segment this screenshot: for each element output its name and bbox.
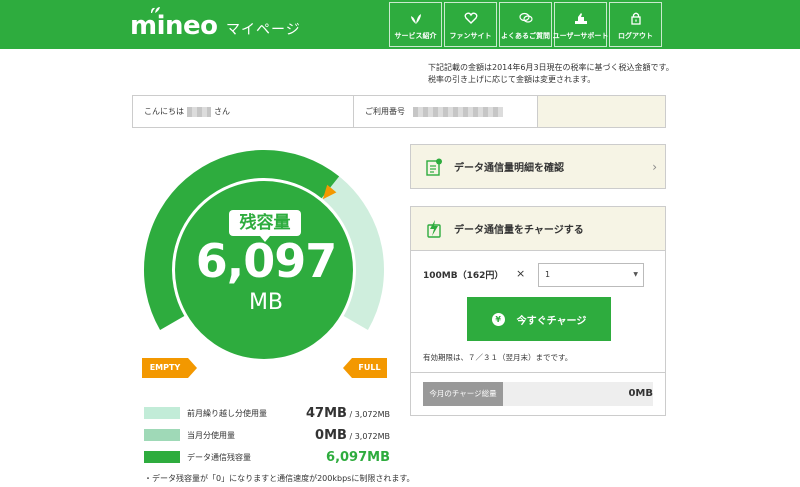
masked-user-name	[187, 106, 211, 117]
legend-amount: 47MB	[305, 405, 347, 421]
document-check-icon	[426, 158, 442, 176]
header-bar: mineo マイページ サービス紹介 ファンサイト よくあるご質問 ユーザーサポ…	[0, 0, 800, 49]
charge-title: データ通信量をチャージする	[454, 225, 584, 236]
legend-row: 前月繰り越し分使用量 47MB / 3,072MB	[144, 402, 390, 424]
multiply-sign: ×	[516, 267, 526, 280]
greeting-prefix: こんにちは	[144, 107, 184, 116]
number-cell: ご利用番号	[354, 96, 538, 127]
empty-tag: EMPTY	[142, 358, 197, 378]
charge-price: 100MB（162円）	[423, 271, 504, 281]
remaining-label: 残容量	[229, 210, 301, 242]
usage-detail-link[interactable]: データ通信量明細を確認 ›	[410, 144, 666, 189]
divider	[411, 372, 665, 373]
legend-row: 当月分使用量 0MB / 3,072MB	[144, 424, 390, 446]
nav-user-support[interactable]: ユーザーサポート	[552, 2, 609, 47]
charge-header: データ通信量をチャージする	[411, 207, 665, 251]
nav-label: サービス紹介	[394, 32, 437, 40]
page-title: マイページ	[226, 22, 301, 38]
charge-total-label: 今月のチャージ総量	[423, 382, 503, 406]
chat-bubbles-icon	[518, 12, 533, 23]
charge-now-button[interactable]: ¥ 今すぐチャージ	[467, 297, 611, 341]
bolt-tablet-icon	[427, 219, 441, 238]
chevron-right-icon: ›	[652, 160, 657, 174]
mypage: mineo マイページ サービス紹介 ファンサイト よくあるご質問 ユーザーサポ…	[0, 0, 800, 487]
charge-total-value: 0MB	[628, 388, 653, 399]
legend-label: データ通信残容量	[187, 452, 251, 462]
masked-user-number	[413, 106, 503, 117]
remaining-value: 6,097	[195, 234, 338, 288]
logo-leaf-icon	[151, 7, 160, 13]
legend-total: / 3,072MB	[346, 431, 390, 441]
greeting-box: こんにちは さん ご利用番号	[132, 95, 666, 128]
legend-total: / 3,072MB	[346, 409, 390, 419]
legend-row: データ通信残容量 6,097MB	[144, 446, 390, 468]
usage-legend: 前月繰り越し分使用量 47MB / 3,072MB 当月分使用量 0MB / 3…	[144, 402, 390, 468]
full-tag: FULL	[343, 358, 387, 378]
legend-amount: 0MB	[315, 427, 347, 443]
charge-panel: データ通信量をチャージする 100MB（162円） × 1 ▼ ¥ 今すぐチャー…	[410, 206, 666, 416]
legend-value: 0MB / 3,072MB	[315, 428, 390, 443]
legend-swatch	[144, 429, 180, 441]
greeting-suffix: さん	[214, 107, 230, 116]
nav-label: ログアウト	[618, 32, 653, 40]
legend-value: 47MB / 3,072MB	[306, 406, 390, 421]
nav-logout[interactable]: ログアウト	[609, 2, 662, 47]
sprout-icon	[410, 14, 421, 24]
yen-icon: ¥	[491, 312, 505, 326]
speed-limit-note: ・データ残容量が「0」になりますと通信速度が200kbpsに制限されます。	[144, 474, 415, 483]
nav-label: ユーザーサポート	[552, 32, 609, 40]
expiry-note: 有効期限は、７／３１（翌月末）までです。	[423, 353, 573, 362]
notice-line: 下記記載の金額は2014年6月3日現在の税率に基づく税込金額です。	[428, 63, 674, 72]
monthly-charge-total: 今月のチャージ総量 0MB	[423, 382, 653, 406]
mineo-logo[interactable]: mineo	[130, 13, 218, 39]
nav-faq[interactable]: よくあるご質問	[499, 2, 552, 47]
greeting-blank-cell	[538, 96, 665, 127]
legend-swatch	[144, 451, 180, 463]
greeting-cell: こんにちは さん	[133, 96, 354, 127]
header-nav: サービス紹介 ファンサイト よくあるご質問 ユーザーサポート ログアウト	[389, 2, 662, 47]
legend-value: 6,097MB	[326, 450, 390, 465]
nav-label: ファンサイト	[449, 32, 492, 40]
charge-now-label: 今すぐチャージ	[516, 315, 587, 327]
lock-icon	[630, 12, 641, 25]
usage-detail-label: データ通信量明細を確認	[454, 163, 564, 174]
notice-line: 税率の引き上げに応じて金額は変更されます。	[428, 75, 596, 84]
remaining-unit: MB	[248, 290, 284, 315]
legend-amount: 6,097MB	[326, 449, 390, 465]
nav-label: よくあるご質問	[501, 32, 550, 40]
tax-notice: 下記記載の金額は2014年6月3日現在の税率に基づく税込金額です。 税率の引き上…	[428, 62, 674, 86]
nav-service-info[interactable]: サービス紹介	[389, 2, 442, 47]
quantity-value: 1	[545, 270, 551, 279]
caret-down-icon: ▼	[633, 271, 638, 278]
nav-fansite[interactable]: ファンサイト	[444, 2, 497, 47]
number-label: ご利用番号	[365, 107, 405, 116]
support-icon	[574, 13, 587, 24]
quantity-select[interactable]: 1 ▼	[538, 263, 644, 287]
legend-label: 当月分使用量	[187, 430, 235, 440]
heart-icon	[464, 12, 477, 24]
legend-swatch	[144, 407, 180, 419]
legend-label: 前月繰り越し分使用量	[187, 408, 267, 418]
